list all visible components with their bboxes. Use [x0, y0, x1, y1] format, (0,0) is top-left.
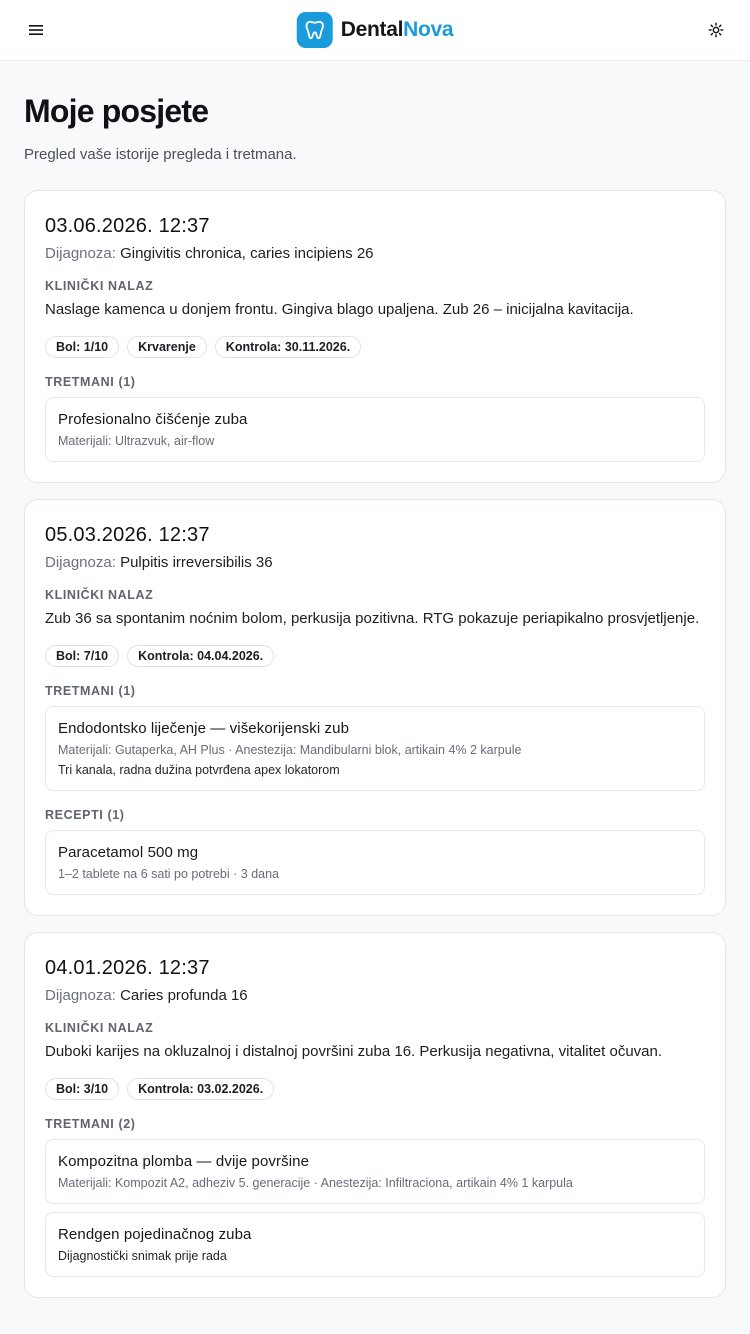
diagnosis-label: Dijagnoza:: [45, 554, 116, 571]
visit-list: 03.06.2026. 12:37 Dijagnoza: Gingivitis …: [24, 190, 726, 1298]
tooth-logo-icon: [296, 12, 333, 48]
treatments-label: TRETMANI (1): [45, 375, 136, 389]
clinical-finding-text: Zub 36 sa spontanim noćnim bolom, perkus…: [45, 610, 700, 627]
visit-card[interactable]: 04.01.2026. 12:37 Dijagnoza: Caries prof…: [24, 932, 726, 1298]
visit-badges: Bol: 1/10 Krvarenje Kontrola: 30.11.2026…: [45, 336, 705, 358]
menu-button[interactable]: [24, 18, 48, 42]
treatment-title: Rendgen pojedinačnog zuba: [58, 1226, 252, 1243]
treatment-title: Profesionalno čišćenje zuba: [58, 411, 248, 428]
treatment-materials: Materijali: Ultrazvuk, air-flow: [58, 434, 215, 448]
follow-up-badge: Kontrola: 03.02.2026.: [127, 1078, 275, 1100]
follow-up-badge: Kontrola: 04.04.2026.: [127, 645, 275, 667]
clinical-finding-label: KLINIČKI NALAZ: [45, 1021, 154, 1035]
clinical-finding-text: Naslage kamenca u donjem frontu. Gingiva…: [45, 301, 634, 318]
diagnosis-label: Dijagnoza:: [45, 245, 116, 262]
visit-diagnosis: Dijagnoza: Caries profunda 16: [45, 986, 705, 1006]
treatment-title: Endodontsko liječenje — višekorijenski z…: [58, 720, 350, 737]
prescription-dosage: 1–2 tablete na 6 sati po potrebi · 3 dan…: [58, 867, 279, 881]
clinical-finding-label: KLINIČKI NALAZ: [45, 588, 154, 602]
treatment-item[interactable]: Kompozitna plomba — dvije površine Mater…: [45, 1139, 705, 1204]
treatments-label: TRETMANI (2): [45, 1117, 136, 1131]
visit-date: 04.01.2026. 12:37: [45, 957, 210, 979]
page-subtitle: Pregled vaše istorije pregleda i tretman…: [24, 146, 297, 163]
treatment-item[interactable]: Profesionalno čišćenje zuba Materijali: …: [45, 397, 705, 462]
visit-diagnosis: Dijagnoza: Pulpitis irreversibilis 36: [45, 553, 705, 573]
diagnosis-value: Pulpitis irreversibilis 36: [120, 554, 273, 571]
main-content: Moje posjete Pregled vaše istorije pregl…: [0, 61, 750, 1298]
theme-toggle-button[interactable]: [704, 18, 728, 42]
prescriptions-label: RECEPTI (1): [45, 808, 125, 822]
brand[interactable]: DentalNova: [296, 12, 454, 48]
pain-badge: Bol: 7/10: [45, 645, 120, 667]
clinical-finding-label: KLINIČKI NALAZ: [45, 279, 154, 293]
treatment-materials: Materijali: Kompozit A2, adheziv 5. gene…: [58, 1176, 573, 1190]
brand-name-part1: Dental: [340, 18, 404, 41]
treatment-item[interactable]: Rendgen pojedinačnog zuba Dijagnostički …: [45, 1212, 705, 1277]
treatment-materials: Materijali: Gutaperka, AH Plus · Anestez…: [58, 743, 522, 757]
treatment-note: Tri kanala, radna dužina potvrđena apex …: [58, 763, 340, 777]
treatments-label: TRETMANI (1): [45, 684, 136, 698]
prescription-item[interactable]: Paracetamol 500 mg 1–2 tablete na 6 sati…: [45, 830, 705, 895]
visit-date: 05.03.2026. 12:37: [45, 524, 210, 546]
visit-badges: Bol: 3/10 Kontrola: 03.02.2026.: [45, 1078, 705, 1100]
visit-diagnosis: Dijagnoza: Gingivitis chronica, caries i…: [45, 244, 705, 264]
brand-name: DentalNova: [341, 18, 454, 42]
follow-up-badge: Kontrola: 30.11.2026.: [214, 336, 362, 358]
visit-date: 03.06.2026. 12:37: [45, 215, 210, 237]
bleeding-badge: Krvarenje: [127, 336, 207, 358]
brand-name-part2: Nova: [403, 18, 454, 41]
treatment-note: Dijagnostički snimak prije rada: [58, 1249, 227, 1263]
diagnosis-value: Caries profunda 16: [120, 987, 248, 1004]
clinical-finding-text: Duboki karijes na okluzalnoj i distalnoj…: [45, 1043, 663, 1060]
visit-badges: Bol: 7/10 Kontrola: 04.04.2026.: [45, 645, 705, 667]
app-header: DentalNova: [0, 0, 750, 61]
pain-badge: Bol: 1/10: [45, 336, 120, 358]
visit-card[interactable]: 05.03.2026. 12:37 Dijagnoza: Pulpitis ir…: [24, 499, 726, 916]
visit-card[interactable]: 03.06.2026. 12:37 Dijagnoza: Gingivitis …: [24, 190, 726, 483]
sun-icon: [708, 22, 724, 38]
treatment-title: Kompozitna plomba — dvije površine: [58, 1153, 310, 1170]
page-title: Moje posjete: [24, 93, 209, 129]
prescription-title: Paracetamol 500 mg: [58, 844, 199, 861]
treatment-item[interactable]: Endodontsko liječenje — višekorijenski z…: [45, 706, 705, 791]
diagnosis-value: Gingivitis chronica, caries incipiens 26: [120, 245, 374, 262]
menu-icon: [29, 25, 43, 35]
pain-badge: Bol: 3/10: [45, 1078, 120, 1100]
diagnosis-label: Dijagnoza:: [45, 987, 116, 1004]
